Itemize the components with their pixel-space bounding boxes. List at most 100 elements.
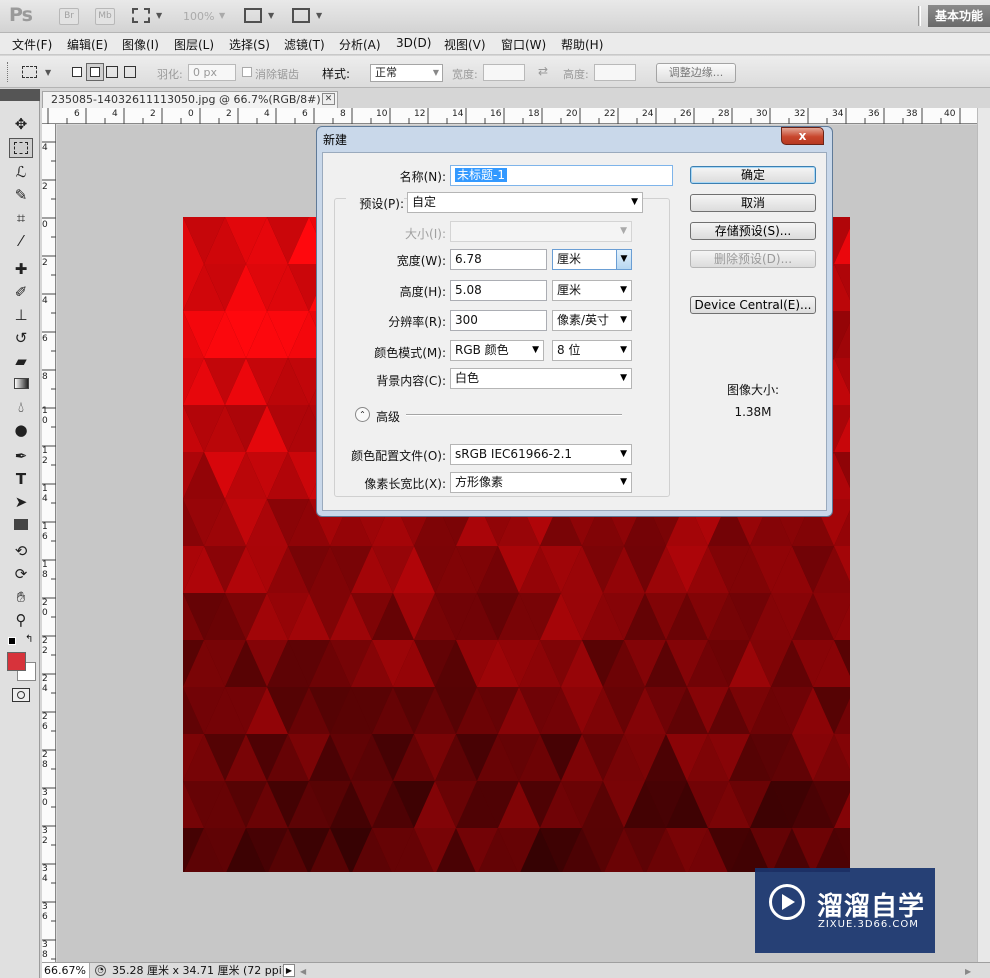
path-selection-tool-icon[interactable]: ➤	[9, 492, 33, 512]
scroll-left-icon[interactable]: ◀	[300, 964, 306, 978]
style-select[interactable]: 正常 ▼	[370, 64, 443, 82]
swap-colors-icon[interactable]: ↰	[25, 634, 33, 645]
ruler-label: 4	[264, 109, 270, 119]
menu-image[interactable]: 图像(I)	[122, 36, 159, 53]
background-contents-select[interactable]: 白色 ▼	[450, 368, 632, 389]
menu-3d[interactable]: 3D(D)	[396, 36, 431, 50]
pen-tool-icon[interactable]: ✒	[9, 446, 33, 466]
blur-tool-icon[interactable]: 💧︎	[9, 397, 33, 417]
chevron-down-icon[interactable]: ▼	[316, 11, 322, 20]
view-extras-icon[interactable]	[132, 8, 150, 23]
screen-mode-icon[interactable]	[292, 8, 310, 23]
delete-preset-button[interactable]: 删除预设(D)...	[690, 250, 816, 268]
resolution-input[interactable]: 300	[450, 310, 547, 331]
chevron-down-icon: ▼	[620, 315, 627, 325]
zoom-level-combo[interactable]: 100%	[183, 10, 214, 23]
menu-view[interactable]: 视图(V)	[444, 36, 486, 53]
ruler-label: 8	[340, 109, 346, 119]
refine-edge-button[interactable]: 调整边缘...	[656, 63, 736, 83]
ruler-label: 20	[566, 109, 578, 119]
menu-analysis[interactable]: 分析(A)	[339, 36, 381, 53]
chevron-down-icon[interactable]: ▼	[219, 11, 225, 20]
close-icon[interactable]: ✕	[322, 93, 335, 105]
arrange-documents-icon[interactable]	[244, 8, 262, 23]
workspace-switcher[interactable]: 基本功能	[928, 5, 990, 27]
default-colors-icon[interactable]	[8, 637, 16, 645]
device-central-button[interactable]: Device Central(E)...	[690, 296, 816, 314]
subtract-selection-icon[interactable]	[106, 66, 118, 78]
scroll-right-icon[interactable]: ▶	[965, 964, 971, 978]
status-zoom-field[interactable]: 66.67%	[42, 963, 90, 978]
vertical-scrollbar[interactable]	[977, 108, 990, 962]
3d-rotate-tool-icon[interactable]: ⟲	[9, 541, 33, 561]
dialog-close-button[interactable]: x	[781, 127, 824, 145]
name-input[interactable]: 未标题-1	[450, 165, 673, 186]
swap-icon[interactable]: ⇄	[538, 64, 548, 78]
menu-filter[interactable]: 滤镜(T)	[284, 36, 325, 53]
lasso-tool-icon[interactable]: ℒ	[9, 162, 33, 182]
healing-brush-tool-icon[interactable]: ✚	[9, 259, 33, 279]
type-tool-icon[interactable]: T	[9, 469, 33, 489]
eraser-tool-icon[interactable]: ▰	[9, 351, 33, 371]
ruler-label: 30	[756, 109, 768, 119]
save-preset-button[interactable]: 存储预设(S)...	[690, 222, 816, 240]
dodge-tool-icon[interactable]: ●	[9, 420, 33, 440]
3d-orbit-tool-icon[interactable]: ⟳	[9, 564, 33, 584]
antialias-checkbox[interactable]	[242, 67, 252, 77]
document-tab[interactable]: 235085-14032611113050.jpg @ 66.7%(RGB/8#…	[42, 91, 338, 108]
quick-mask-icon[interactable]	[12, 688, 30, 702]
crop-tool-icon[interactable]: ⌗	[9, 208, 33, 228]
color-profile-select[interactable]: sRGB IEC61966-2.1 ▼	[450, 444, 632, 465]
add-to-selection-icon[interactable]	[86, 63, 104, 81]
height-input[interactable]	[594, 64, 636, 81]
chevron-down-icon[interactable]: ▼	[268, 11, 274, 20]
size-select[interactable]: ▼	[450, 221, 632, 242]
width-unit-select[interactable]: 厘米 ▼	[552, 249, 632, 270]
feather-input[interactable]: 0 px	[188, 64, 236, 81]
clone-stamp-tool-icon[interactable]: ⊥	[9, 305, 33, 325]
grip-handle[interactable]	[7, 62, 10, 82]
move-tool-icon[interactable]: ✥	[9, 114, 33, 134]
bit-depth-select[interactable]: 8 位 ▼	[552, 340, 632, 361]
width-input[interactable]: 6.78	[450, 249, 547, 270]
status-menu-arrow-icon[interactable]: ▶	[283, 964, 295, 977]
mini-bridge-button[interactable]: Mb	[95, 8, 115, 25]
pixel-aspect-select[interactable]: 方形像素 ▼	[450, 472, 632, 493]
foreground-color-swatch[interactable]	[7, 652, 26, 671]
menu-help[interactable]: 帮助(H)	[561, 36, 603, 53]
menu-edit[interactable]: 编辑(E)	[67, 36, 108, 53]
color-mode-select[interactable]: RGB 颜色 ▼	[450, 340, 544, 361]
ruler-label: 18	[42, 560, 48, 580]
resolution-unit-select[interactable]: 像素/英寸 ▼	[552, 310, 632, 331]
quick-selection-tool-icon[interactable]: ✎	[9, 185, 33, 205]
menu-layer[interactable]: 图层(L)	[174, 36, 214, 53]
zoom-tool-icon[interactable]: ⚲	[9, 610, 33, 630]
eyedropper-tool-icon[interactable]: ⁄	[9, 231, 33, 251]
gradient-tool-icon[interactable]	[9, 374, 33, 394]
width-input[interactable]	[483, 64, 525, 81]
tools-panel-header[interactable]	[0, 89, 40, 101]
ok-button[interactable]: 确定	[690, 166, 816, 184]
chevron-down-icon[interactable]: ▼	[45, 68, 51, 77]
height-unit-select[interactable]: 厘米 ▼	[552, 280, 632, 301]
preset-select[interactable]: 自定 ▼	[407, 192, 643, 213]
new-selection-icon[interactable]	[72, 67, 82, 77]
hand-tool-icon[interactable]: ✋︎	[9, 587, 33, 607]
marquee-tool-icon[interactable]	[9, 138, 33, 158]
intersect-selection-icon[interactable]	[124, 66, 136, 78]
rect-marquee-preset-icon[interactable]	[22, 66, 37, 78]
shape-tool-icon[interactable]	[9, 515, 33, 535]
cancel-button[interactable]: 取消	[690, 194, 816, 212]
menu-window[interactable]: 窗口(W)	[501, 36, 546, 53]
bridge-button[interactable]: Br	[59, 8, 79, 25]
menu-select[interactable]: 选择(S)	[229, 36, 270, 53]
history-brush-tool-icon[interactable]: ↺	[9, 328, 33, 348]
brush-tool-icon[interactable]: ✐	[9, 282, 33, 302]
chevron-down-icon: ▼	[620, 373, 627, 383]
height-input[interactable]: 5.08	[450, 280, 547, 301]
collapse-advanced-icon[interactable]: ⌃	[355, 407, 370, 422]
status-info-icon[interactable]: ◔	[95, 965, 106, 976]
menu-file[interactable]: 文件(F)	[12, 36, 52, 53]
menu-bar: 文件(F) 编辑(E) 图像(I) 图层(L) 选择(S) 滤镜(T) 分析(A…	[0, 33, 990, 55]
chevron-down-icon[interactable]: ▼	[156, 11, 162, 20]
